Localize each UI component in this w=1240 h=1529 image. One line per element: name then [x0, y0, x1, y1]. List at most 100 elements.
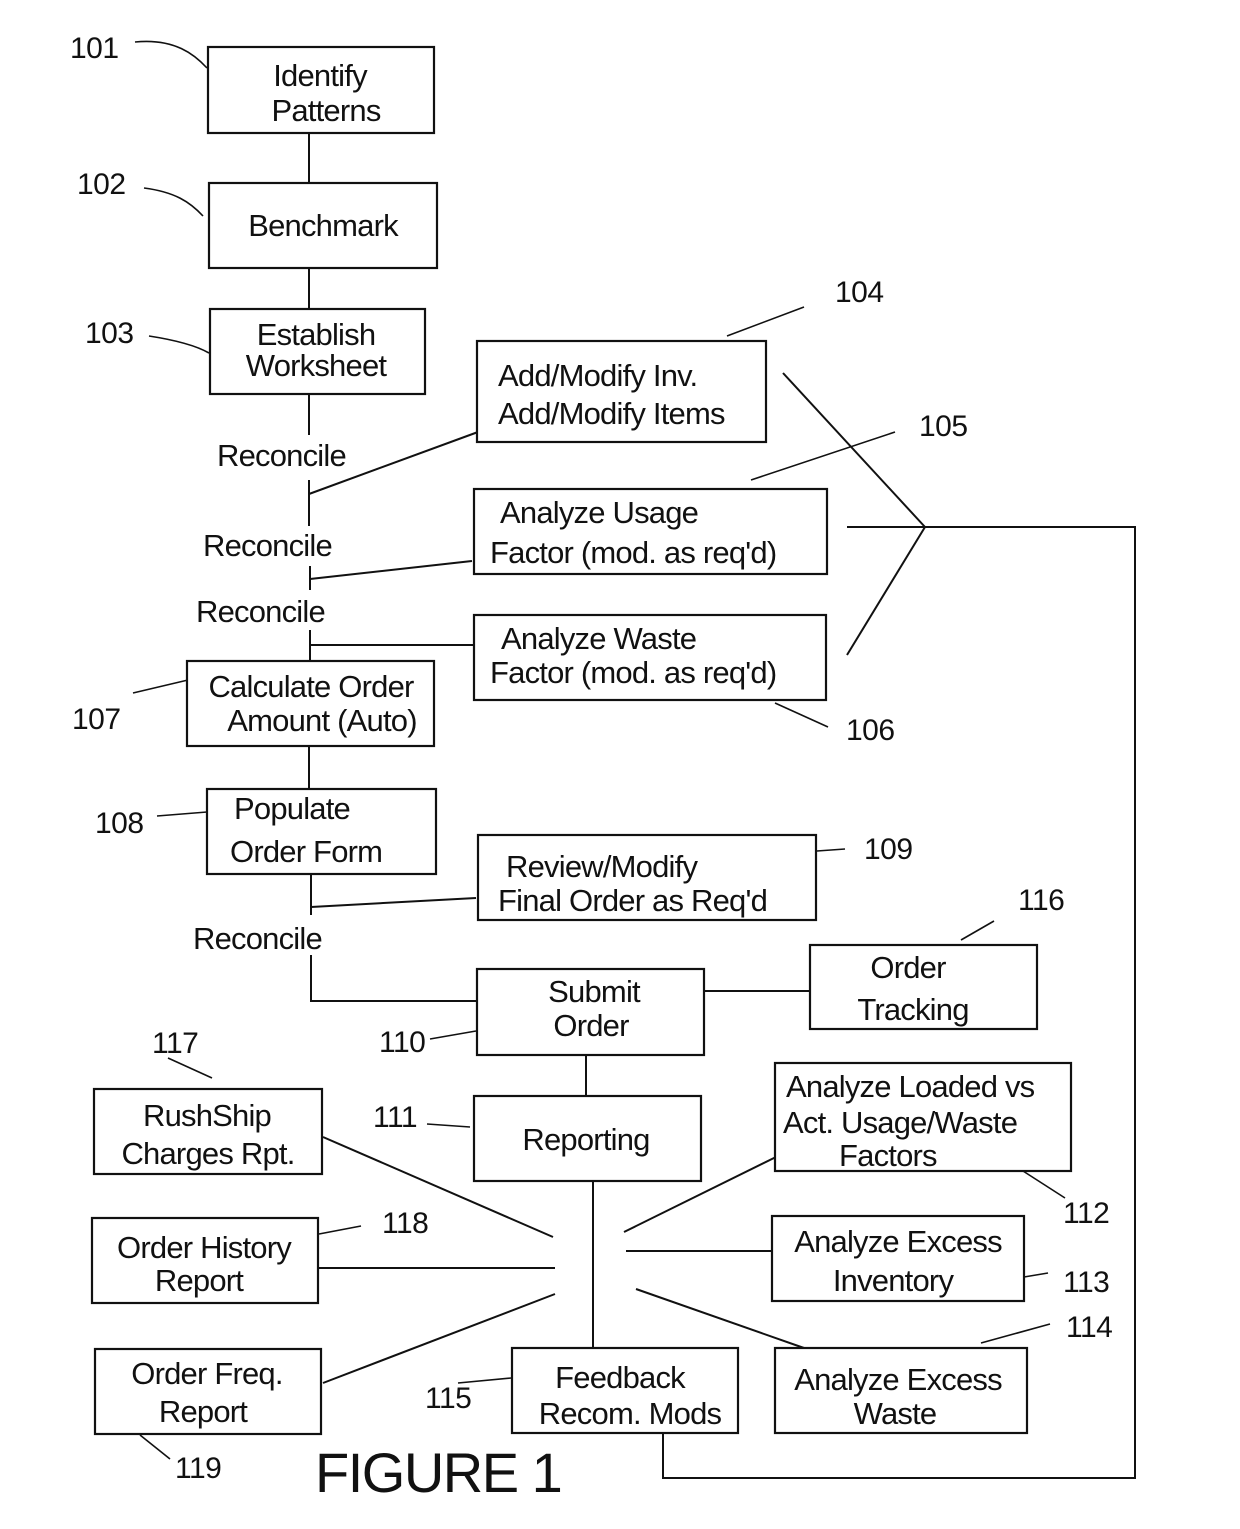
leader-113	[1023, 1272, 1049, 1278]
ref-112: 112	[1063, 1197, 1109, 1230]
reconcile-label-3: Reconcile	[196, 594, 325, 629]
node-106-line-2: Factor (mod. as req'd)	[490, 655, 776, 690]
node-111-line-1: Reporting	[522, 1122, 649, 1157]
node-119-line-2: Report	[159, 1394, 248, 1429]
leader-108	[156, 811, 208, 817]
node-101-line-2: Patterns	[271, 93, 380, 128]
leader-110	[429, 1030, 477, 1040]
node-106-line-1: Analyze Waste	[501, 621, 696, 656]
node-117-line-1: RushShip	[143, 1098, 271, 1133]
node-113: Analyze Excess Inventory	[770, 1214, 1026, 1303]
node-105-line-1: Analyze Usage	[500, 495, 698, 530]
node-103-line-2: Worksheet	[246, 348, 388, 383]
node-118: Order History Report	[90, 1216, 320, 1305]
ref-108: 108	[95, 807, 144, 840]
node-112-line-3: Factors	[839, 1138, 937, 1173]
ref-118: 118	[382, 1207, 428, 1240]
node-109-line-1: Review/Modify	[506, 849, 698, 884]
leader-109	[816, 848, 846, 852]
node-117: RushShip Charges Rpt.	[92, 1087, 324, 1176]
leader-117	[167, 1057, 213, 1079]
node-109: Review/Modify Final Order as Req'd	[476, 833, 818, 922]
node-108: Populate Order Form	[205, 787, 438, 876]
node-103: Establish Worksheet	[208, 307, 427, 396]
node-117-line-2: Charges Rpt.	[121, 1136, 294, 1171]
node-101: Identify Patterns	[206, 45, 436, 135]
node-115-line-2: Recom. Mods	[539, 1396, 722, 1431]
node-118-line-2: Report	[155, 1263, 244, 1298]
node-113-line-2: Inventory	[833, 1263, 955, 1298]
node-103-line-1: Establish	[257, 317, 376, 352]
node-104-line-2: Add/Modify Items	[498, 396, 725, 431]
node-105-line-2: Factor (mod. as req'd)	[490, 535, 776, 570]
figure-title: FIGURE 1	[315, 1441, 561, 1504]
node-116-line-2: Tracking	[857, 992, 968, 1027]
leader-102	[143, 187, 204, 217]
leader-119	[139, 1434, 171, 1460]
node-108-line-2: Order Form	[230, 834, 382, 869]
node-108-line-1: Populate	[234, 791, 350, 826]
ref-105: 105	[919, 410, 968, 443]
node-105: Analyze Usage Factor (mod. as req'd)	[472, 487, 829, 576]
node-107: Calculate Order Amount (Auto)	[185, 659, 436, 748]
leader-116	[960, 920, 995, 941]
leader-112	[1022, 1170, 1066, 1199]
node-104-line-1: Add/Modify Inv.	[498, 358, 697, 393]
node-112-line-2: Act. Usage/Waste	[783, 1105, 1017, 1140]
edge-109-spine	[310, 897, 477, 908]
leader-114	[980, 1323, 1051, 1344]
edge-106-feedback	[846, 526, 926, 656]
ref-119: 119	[175, 1452, 221, 1485]
ref-110: 110	[379, 1026, 425, 1059]
ref-115: 115	[425, 1382, 471, 1415]
node-112-line-1: Analyze Loaded vs	[786, 1069, 1035, 1104]
node-107-line-2: Amount (Auto)	[227, 703, 416, 738]
node-110-line-1: Submit	[548, 974, 641, 1009]
reconcile-label-4: Reconcile	[193, 921, 322, 956]
ref-109: 109	[864, 833, 913, 866]
leader-101	[134, 40, 208, 69]
leader-107	[132, 679, 189, 694]
ref-116: 116	[1018, 884, 1064, 917]
node-119: Order Freq. Report	[93, 1347, 323, 1436]
edge-reconcile4-110	[310, 955, 478, 1002]
leader-103	[148, 335, 210, 354]
edge-105-spine	[309, 560, 473, 580]
node-109-line-2: Final Order as Req'd	[498, 883, 767, 918]
ref-102: 102	[77, 168, 126, 201]
node-102-line-1: Benchmark	[248, 208, 399, 243]
ref-104: 104	[835, 276, 884, 309]
node-101-line-1: Identify	[273, 58, 368, 93]
node-106: Analyze Waste Factor (mod. as req'd)	[472, 613, 828, 702]
node-104: Add/Modify Inv. Add/Modify Items	[475, 339, 768, 444]
ref-117: 117	[152, 1027, 198, 1060]
node-115: Feedback Recom. Mods	[510, 1346, 740, 1435]
node-114-line-2: Waste	[854, 1396, 937, 1431]
reconcile-label-2: Reconcile	[203, 528, 332, 563]
node-116: Order Tracking	[808, 943, 1039, 1031]
ref-113: 113	[1063, 1266, 1109, 1299]
ref-106: 106	[846, 714, 895, 747]
node-110: Submit Order	[475, 967, 706, 1057]
leader-118	[318, 1225, 362, 1235]
ref-103: 103	[85, 317, 134, 350]
node-114-line-1: Analyze Excess	[794, 1362, 1002, 1397]
node-119-line-1: Order Freq.	[131, 1356, 282, 1391]
reconcile-label-1: Reconcile	[217, 438, 346, 473]
node-111: Reporting	[472, 1094, 703, 1183]
node-115-line-1: Feedback	[555, 1360, 686, 1395]
ref-107: 107	[72, 703, 121, 736]
leader-104	[726, 306, 805, 337]
node-118-line-1: Order History	[117, 1230, 292, 1265]
node-107-line-1: Calculate Order	[208, 669, 414, 704]
ref-111: 111	[373, 1101, 417, 1134]
node-116-line-1: Order	[870, 950, 946, 985]
node-113-line-1: Analyze Excess	[794, 1224, 1002, 1259]
flowchart-diagram: Identify Patterns Benchmark Establish Wo…	[70, 32, 1136, 1504]
leader-106	[774, 702, 829, 728]
node-114: Analyze Excess Waste	[773, 1346, 1029, 1435]
node-110-line-2: Order	[553, 1008, 629, 1043]
node-112: Analyze Loaded vs Act. Usage/Waste Facto…	[773, 1061, 1073, 1173]
ref-101: 101	[70, 32, 119, 65]
leader-111	[426, 1123, 471, 1128]
